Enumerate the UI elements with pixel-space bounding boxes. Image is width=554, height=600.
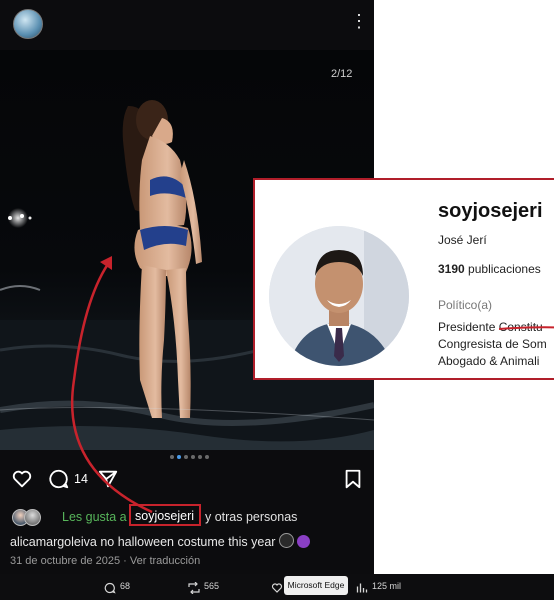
comment-count: 14 xyxy=(74,472,88,486)
posts-label: publicaciones xyxy=(468,262,541,276)
liker-avatar xyxy=(24,509,41,526)
profile-full-name: José Jerí xyxy=(438,233,487,247)
profile-bio-line-3: Abogado & Animali xyxy=(438,354,540,368)
bio-prefix: Presidente xyxy=(438,320,499,334)
share-icon[interactable] xyxy=(97,468,119,490)
posts-count: 3190 xyxy=(438,262,465,276)
post-date-row: 31 de octubre de 2025 · Ver traducción xyxy=(10,555,200,567)
bookmark-icon[interactable] xyxy=(343,468,363,490)
browser-tooltip: Microsoft Edge xyxy=(284,576,348,595)
separator: · xyxy=(123,555,127,567)
profile-category: Político(a) xyxy=(438,298,493,312)
caption-username[interactable]: alicamargoleiva xyxy=(10,535,97,549)
translate-link[interactable]: Ver traducción xyxy=(130,555,200,567)
devil-emoji-icon xyxy=(297,535,311,548)
active-dot xyxy=(177,455,181,459)
profile-username: soyjosejeri xyxy=(438,200,543,222)
caption-text: no halloween costume this year xyxy=(100,535,276,549)
poster-avatar[interactable] xyxy=(13,9,43,39)
repost-icon[interactable] xyxy=(187,582,201,594)
repost-count: 565 xyxy=(204,581,220,591)
views-icon[interactable] xyxy=(356,582,368,594)
like-icon[interactable] xyxy=(271,582,283,594)
post-actions: 14 xyxy=(0,468,374,498)
image-counter: 2/12 xyxy=(331,68,353,80)
highlight-box: soyjosejeri xyxy=(129,504,201,526)
liked-by-username[interactable]: soyjosejeri xyxy=(135,509,194,523)
liked-by-prefix: Les gusta a xyxy=(62,510,127,524)
profile-posts: 3190 publicaciones xyxy=(438,262,541,276)
post-date: 31 de octubre de 2025 xyxy=(10,555,121,567)
post-caption: alicamargoleiva no halloween costume thi… xyxy=(10,533,311,549)
profile-photo xyxy=(269,226,409,366)
comment-icon[interactable] xyxy=(48,468,70,490)
reply-count: 68 xyxy=(120,581,131,591)
profile-card: soyjosejeri José Jerí 3190 publicaciones… xyxy=(253,178,554,380)
strike-line xyxy=(499,326,554,330)
kebab-menu-icon[interactable]: ⋮ xyxy=(350,12,368,30)
liked-by-row: Les gusta a soyjosejeri y otras personas xyxy=(12,504,372,528)
post-header: ⋮ xyxy=(0,0,374,48)
views-count: 125 mil xyxy=(372,581,402,591)
reply-icon[interactable] xyxy=(104,582,116,594)
ninja-emoji-icon xyxy=(278,533,294,548)
heart-icon[interactable] xyxy=(11,468,33,490)
profile-bio-line-2: Congresista de Som xyxy=(438,337,547,351)
carousel-dots xyxy=(170,455,210,461)
bottom-engagement-bar: 68 565 125 mil xyxy=(0,574,554,600)
profile-avatar[interactable] xyxy=(269,226,409,366)
liked-by-suffix[interactable]: y otras personas xyxy=(205,510,297,524)
